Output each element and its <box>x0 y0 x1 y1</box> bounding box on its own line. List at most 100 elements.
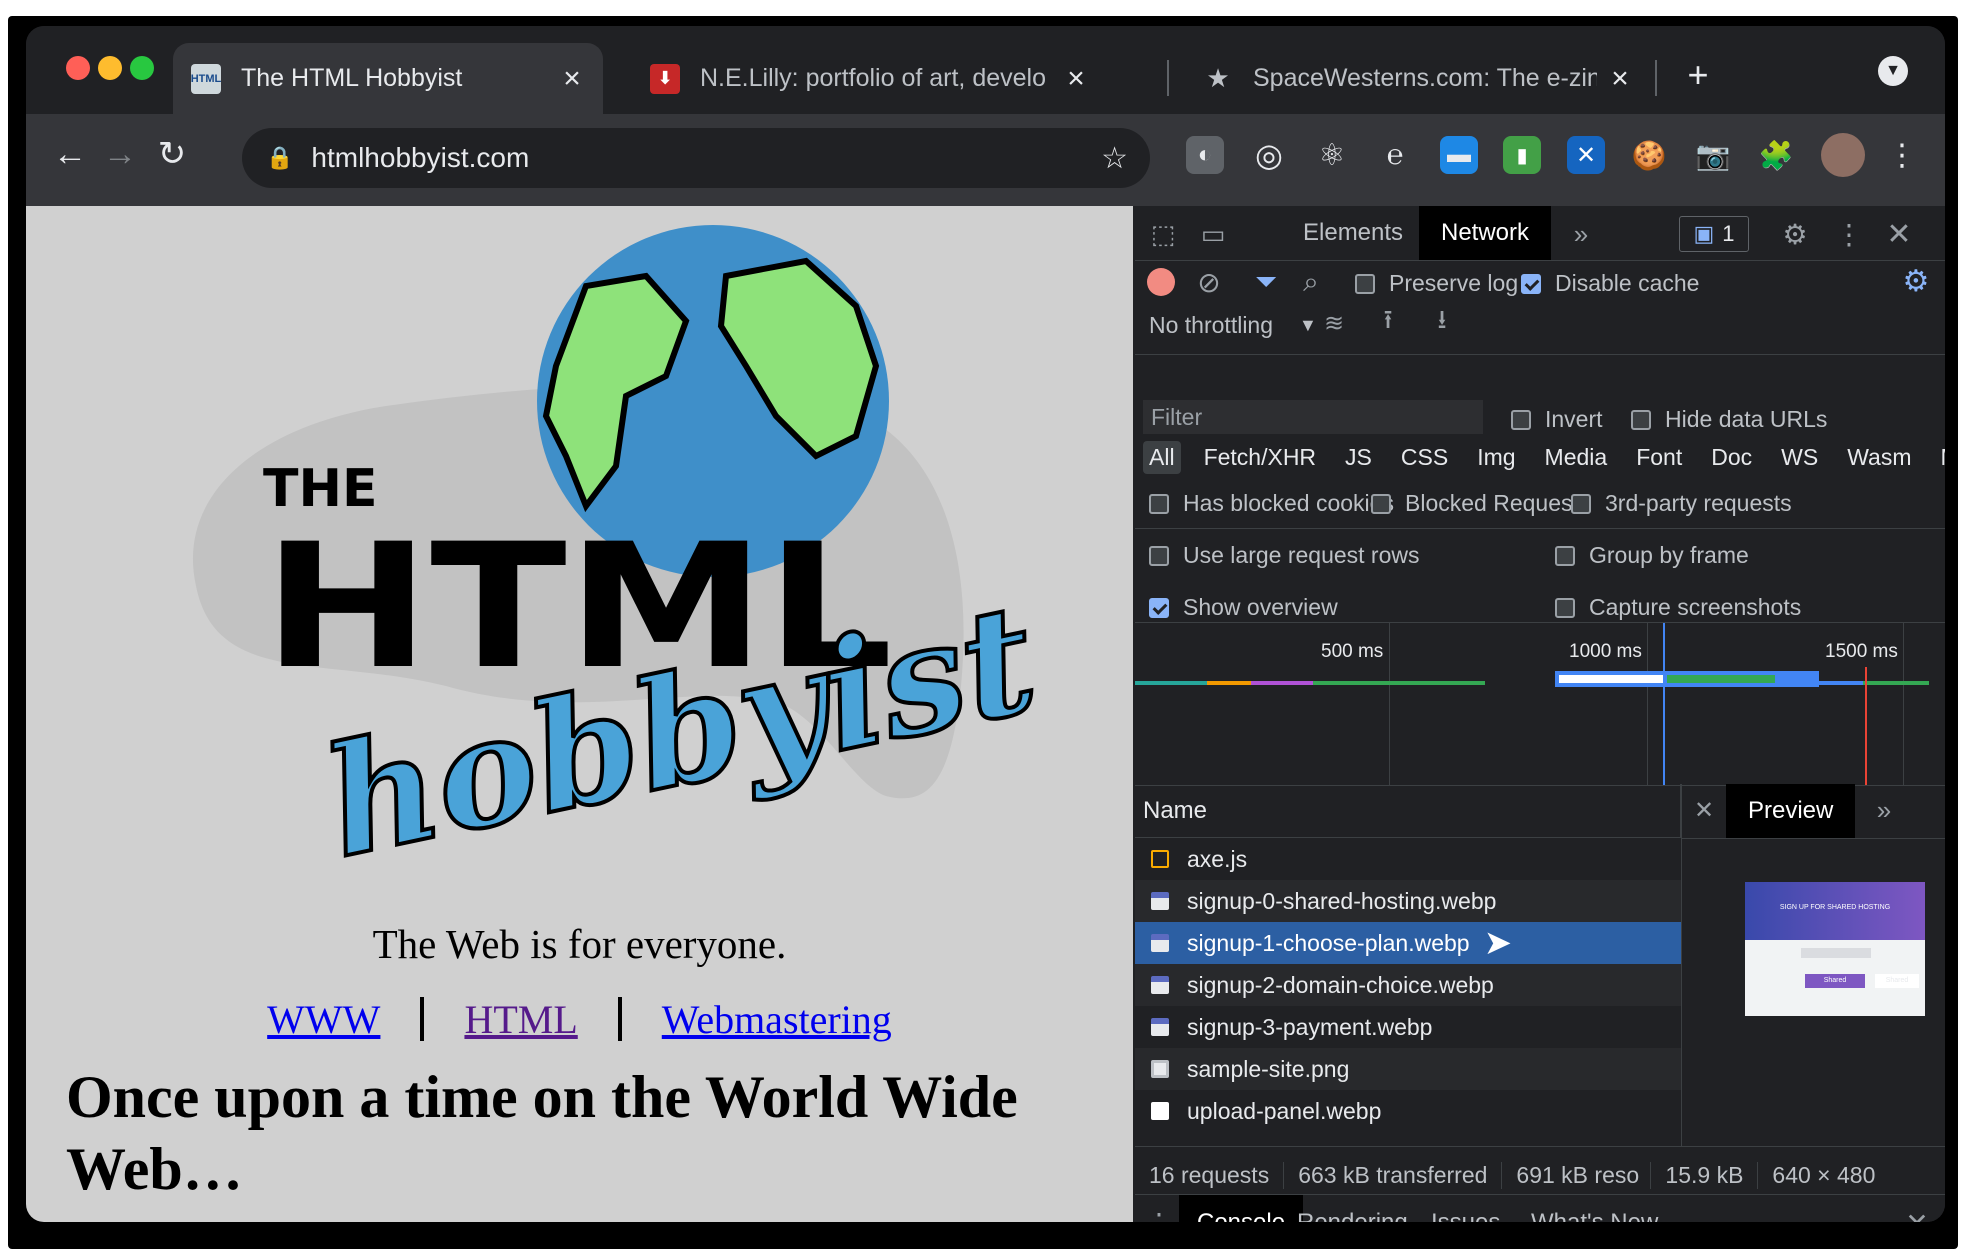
messages-badge[interactable]: ▣ 1 <box>1679 216 1749 252</box>
filter-icon[interactable]: ⏷ <box>1250 266 1282 298</box>
large-rows-checkbox[interactable]: Use large request rows <box>1149 542 1420 569</box>
type-filter[interactable]: Doc <box>1705 441 1758 474</box>
target-extension-icon[interactable]: ◎ <box>1250 136 1288 174</box>
disable-cache-checkbox[interactable]: Disable cache <box>1521 270 1699 297</box>
hide-data-urls-checkbox[interactable]: Hide data URLs <box>1631 406 1827 433</box>
checkbox[interactable] <box>1149 493 1169 514</box>
drawer-tab-rendering[interactable]: Rendering <box>1279 1195 1426 1222</box>
checkbox[interactable] <box>1149 545 1169 566</box>
browser-menu-icon[interactable]: ⋮ <box>1883 136 1921 174</box>
preserve-log-checkbox[interactable]: Preserve log <box>1355 270 1518 297</box>
has-blocked-cookies-checkbox[interactable]: Has blocked cookies <box>1149 490 1394 517</box>
network-overview[interactable]: 500 ms 1000 ms 1500 ms <box>1135 622 1945 786</box>
reload-icon[interactable]: ↻ <box>150 132 194 176</box>
puzzle-extensions-icon[interactable]: 🧩 <box>1757 136 1795 174</box>
e-extension-icon[interactable]: ℮ <box>1376 136 1414 174</box>
devtools-menu-icon[interactable]: ⋮ <box>1833 218 1865 250</box>
group-by-frame-checkbox[interactable]: Group by frame <box>1555 542 1749 569</box>
request-row[interactable]: signup-0-shared-hosting.webp <box>1135 880 1681 922</box>
checkbox[interactable] <box>1149 597 1169 618</box>
request-row[interactable]: axe.js <box>1135 838 1681 880</box>
camera-extension-icon[interactable]: 📷 <box>1694 136 1732 174</box>
link-www[interactable]: WWW <box>267 997 380 1042</box>
invert-checkbox[interactable]: Invert <box>1511 406 1603 433</box>
third-party-requests-checkbox[interactable]: 3rd-party requests <box>1571 490 1792 517</box>
drawer-tab-whats-new[interactable]: What's New <box>1513 1195 1676 1222</box>
export-har-icon[interactable]: ⭳ <box>1425 304 1459 340</box>
type-filter[interactable]: Wasm <box>1841 441 1917 474</box>
close-tab-icon[interactable]: × <box>559 62 585 96</box>
capture-screenshots-checkbox[interactable]: Capture screenshots <box>1555 594 1801 621</box>
tab-lilly[interactable]: ⬇ N.E.Lilly: portfolio of art, develo × <box>632 43 1107 114</box>
back-icon[interactable]: ← <box>48 132 92 176</box>
close-tab-icon[interactable]: × <box>1607 62 1633 96</box>
show-overview-checkbox[interactable]: Show overview <box>1149 594 1338 621</box>
link-webmastering[interactable]: Webmastering <box>662 997 892 1042</box>
extension-icon[interactable]: ◐ <box>1186 136 1224 174</box>
minimize-window-button[interactable] <box>98 56 122 80</box>
react-devtools-icon[interactable]: ⚛ <box>1313 136 1351 174</box>
chart-extension-icon[interactable]: ▮ <box>1503 136 1541 174</box>
type-filter[interactable]: CSS <box>1395 441 1454 474</box>
request-row[interactable]: signup-2-domain-choice.webp <box>1135 964 1681 1006</box>
request-row[interactable]: signup-3-payment.webp <box>1135 1006 1681 1048</box>
settings-gear-icon[interactable]: ⚙ <box>1779 218 1811 250</box>
type-filter[interactable]: Fetch/XHR <box>1198 441 1322 474</box>
throttling-select[interactable]: No throttling ▼ <box>1149 312 1317 339</box>
network-settings-icon[interactable]: ⚙ <box>1899 264 1933 298</box>
new-tab-icon[interactable]: + <box>1679 54 1717 95</box>
close-preview-icon[interactable]: ✕ <box>1690 796 1718 824</box>
tab-preview[interactable]: Preview <box>1726 784 1856 838</box>
type-filter[interactable]: Media <box>1539 441 1614 474</box>
drawer-tab-issues[interactable]: Issues <box>1413 1195 1518 1222</box>
import-har-icon[interactable]: ⭱ <box>1371 304 1405 340</box>
type-filter[interactable]: Img <box>1471 441 1521 474</box>
link-html[interactable]: HTML <box>464 997 577 1042</box>
tab-spacewesterns[interactable]: ★ SpaceWesterns.com: The e-zin × <box>1185 43 1651 114</box>
zoom-window-button[interactable] <box>130 56 154 80</box>
close-devtools-icon[interactable]: ✕ <box>1883 218 1915 251</box>
blocked-requests-checkbox[interactable]: Blocked Requests <box>1371 490 1590 517</box>
close-drawer-icon[interactable]: ✕ <box>1901 1207 1933 1223</box>
address-bar[interactable]: 🔒 htmlhobbyist.com ☆ <box>242 128 1150 188</box>
search-icon[interactable]: ⌕ <box>1295 266 1327 298</box>
bookmark-star-icon[interactable]: ☆ <box>1101 141 1128 176</box>
request-row-selected[interactable]: signup-1-choose-plan.webp ➤ <box>1135 922 1681 964</box>
filter-input[interactable]: Filter <box>1143 400 1483 434</box>
tab-elements[interactable]: Elements <box>1281 206 1425 260</box>
close-tab-icon[interactable]: × <box>1063 62 1089 96</box>
tab-network[interactable]: Network <box>1419 206 1552 260</box>
name-column-header[interactable]: Name <box>1135 784 1681 838</box>
inspect-element-icon[interactable]: ⬚ <box>1147 218 1179 250</box>
checkbox[interactable] <box>1555 545 1575 566</box>
more-tabs-icon[interactable]: » <box>1565 218 1597 250</box>
type-filter[interactable]: All <box>1143 440 1181 474</box>
close-window-button[interactable] <box>66 56 90 80</box>
request-row[interactable]: upload-panel.webp <box>1135 1090 1681 1132</box>
device-toolbar-icon[interactable]: ▭ <box>1197 218 1229 250</box>
clear-icon[interactable]: ⊘ <box>1193 266 1225 298</box>
more-tabs-icon[interactable]: » <box>1870 795 1898 825</box>
network-conditions-icon[interactable]: ≋ <box>1317 306 1351 340</box>
record-button[interactable] <box>1147 268 1175 296</box>
tab-search-icon[interactable]: ▼ <box>1878 56 1908 86</box>
checkbox[interactable] <box>1571 493 1591 514</box>
checkbox[interactable] <box>1355 273 1375 294</box>
type-filter[interactable]: Font <box>1630 441 1688 474</box>
checkbox[interactable] <box>1371 493 1391 514</box>
checkbox[interactable] <box>1511 409 1531 430</box>
type-filter[interactable]: WS <box>1775 441 1824 474</box>
checkbox[interactable] <box>1555 597 1575 618</box>
profile-avatar[interactable] <box>1821 133 1865 177</box>
checkbox[interactable] <box>1521 273 1541 294</box>
x-extension-icon[interactable]: ✕ <box>1567 136 1605 174</box>
type-filter[interactable]: JS <box>1339 441 1378 474</box>
forward-icon[interactable]: → <box>98 132 142 176</box>
window-extension-icon[interactable]: ▬ <box>1440 136 1478 174</box>
request-row[interactable]: sample-site.png <box>1135 1048 1681 1090</box>
tab-html-hobbyist[interactable]: HTML The HTML Hobbyist × <box>173 43 603 114</box>
type-filter[interactable]: Manife <box>1935 441 1946 474</box>
checkbox[interactable] <box>1631 409 1651 430</box>
cookie-extension-icon[interactable]: 🍪 <box>1630 136 1668 174</box>
drawer-menu-icon[interactable]: ⋮ <box>1145 1207 1173 1223</box>
